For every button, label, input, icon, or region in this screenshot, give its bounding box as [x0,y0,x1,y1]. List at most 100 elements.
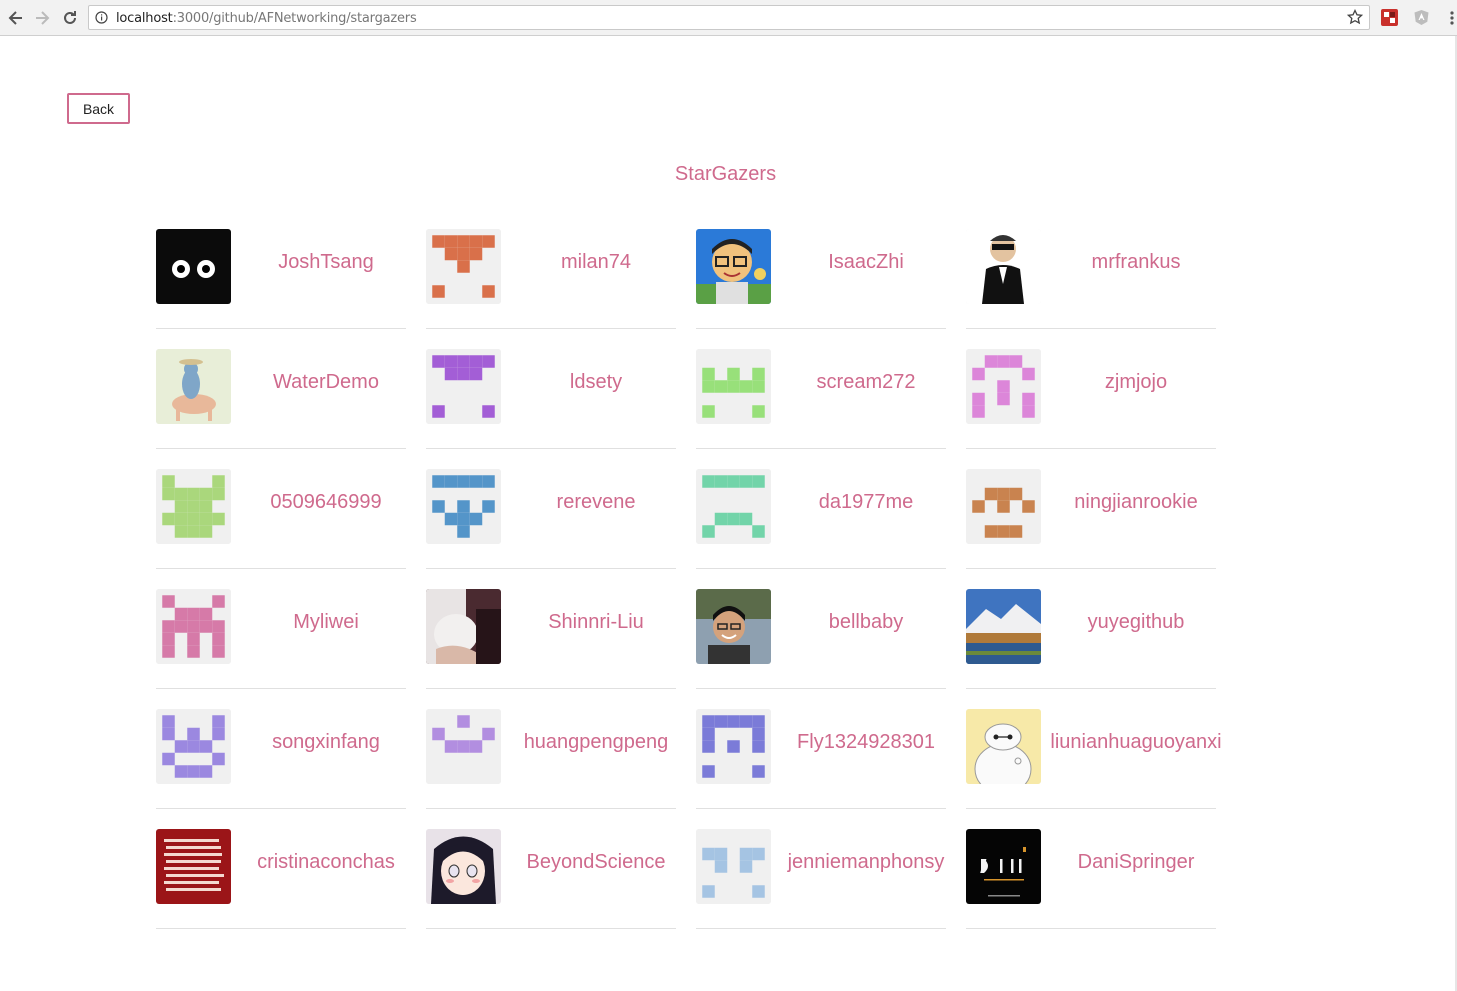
username-link[interactable]: IsaacZhi [776,251,956,274]
avatar[interactable] [696,589,771,664]
stargazer-card[interactable]: 0509646999 [156,469,406,589]
reload-icon[interactable] [60,8,80,28]
username-link[interactable]: liunianhuaguoyanxi [1046,731,1226,754]
username-link[interactable]: zjmjojo [1046,371,1226,394]
username-link[interactable]: ldsety [506,371,686,394]
avatar[interactable] [966,829,1041,904]
username-link[interactable]: JoshTsang [236,251,416,274]
username-link[interactable]: huangpengpeng [506,731,686,754]
username-link[interactable]: mrfrankus [1046,251,1226,274]
divider [966,448,1216,449]
divider [426,928,676,929]
stargazer-card[interactable]: ldsety [426,349,676,469]
avatar[interactable] [156,229,231,304]
divider [696,928,946,929]
avatar[interactable] [156,829,231,904]
username-link[interactable]: scream272 [776,371,956,394]
divider [696,568,946,569]
username-link[interactable]: cristinaconchas [236,851,416,874]
avatar[interactable] [696,229,771,304]
username-link[interactable]: songxinfang [236,731,416,754]
bookmark-star-icon[interactable] [1346,8,1364,25]
page-title: StarGazers [674,163,777,185]
chrome-menu-icon[interactable] [1449,10,1455,26]
username-link[interactable]: ningjianrookie [1046,491,1226,514]
avatar[interactable] [966,229,1041,304]
avatar[interactable] [156,589,231,664]
stargazer-card[interactable]: huangpengpeng [426,709,676,829]
stargazer-card[interactable]: songxinfang [156,709,406,829]
divider [426,808,676,809]
avatar[interactable] [966,469,1041,544]
avatar[interactable] [156,469,231,544]
stargazer-card[interactable]: DaniSpringer [966,829,1216,949]
stargazer-card[interactable]: BeyondScience [426,829,676,949]
username-link[interactable]: bellbaby [776,611,956,634]
avatar[interactable] [156,709,231,784]
avatar[interactable] [696,709,771,784]
avatar[interactable] [426,229,501,304]
avatar[interactable] [696,349,771,424]
divider [696,448,946,449]
avatar[interactable] [696,469,771,544]
back-arrow-icon[interactable] [6,8,26,28]
back-button[interactable]: Back [67,93,130,124]
username-link[interactable]: Fly1324928301 [776,731,956,754]
avatar[interactable] [426,829,501,904]
username-link[interactable]: Shinnri-Liu [506,611,686,634]
divider [426,328,676,329]
divider [156,328,406,329]
forward-arrow-icon[interactable] [32,8,52,28]
divider [156,568,406,569]
stargazer-card[interactable]: JoshTsang [156,229,406,349]
stargazer-card[interactable]: Myliwei [156,589,406,709]
stargazer-card[interactable]: IsaacZhi [696,229,946,349]
stargazer-card[interactable]: Fly1324928301 [696,709,946,829]
divider [156,688,406,689]
browser-toolbar: localhost:3000/github/AFNetworking/starg… [0,0,1457,36]
username-link[interactable]: jenniemanphonsy [776,851,956,874]
stargazer-card[interactable]: WaterDemo [156,349,406,469]
avatar[interactable] [966,589,1041,664]
divider [426,568,676,569]
avatar[interactable] [426,709,501,784]
stargazer-card[interactable]: milan74 [426,229,676,349]
username-link[interactable]: BeyondScience [506,851,686,874]
divider [966,568,1216,569]
avatar[interactable] [966,349,1041,424]
extension-red-icon[interactable] [1381,9,1398,26]
address-bar[interactable]: localhost:3000/github/AFNetworking/starg… [88,5,1370,30]
stargazer-card[interactable]: cristinaconchas [156,829,406,949]
stargazer-card[interactable]: liunianhuaguoyanxi [966,709,1222,829]
avatar[interactable] [156,349,231,424]
stargazer-card[interactable]: Shinnri-Liu [426,589,676,709]
avatar[interactable] [966,709,1041,784]
divider [156,928,406,929]
avatar[interactable] [426,589,501,664]
username-link[interactable]: DaniSpringer [1046,851,1226,874]
stargazer-card[interactable]: jenniemanphonsy [696,829,946,949]
divider [426,688,676,689]
username-link[interactable]: milan74 [506,251,686,274]
stargazer-card[interactable]: scream272 [696,349,946,469]
username-link[interactable]: WaterDemo [236,371,416,394]
avatar[interactable] [426,349,501,424]
stargazer-card[interactable]: mrfrankus [966,229,1216,349]
stargazer-card[interactable]: rerevene [426,469,676,589]
avatar[interactable] [426,469,501,544]
stargazer-card[interactable]: ningjianrookie [966,469,1216,589]
stargazer-card[interactable]: da1977me [696,469,946,589]
username-link[interactable]: da1977me [776,491,956,514]
info-icon[interactable] [95,11,108,24]
divider [156,808,406,809]
username-link[interactable]: Myliwei [236,611,416,634]
stargazer-card[interactable]: yuyegithub [966,589,1216,709]
stargazer-card[interactable]: zjmjojo [966,349,1216,469]
username-link[interactable]: 0509646999 [236,491,416,514]
url-text: localhost:3000/github/AFNetworking/starg… [116,11,417,26]
username-link[interactable]: yuyegithub [1046,611,1226,634]
username-link[interactable]: rerevene [506,491,686,514]
stargazer-card[interactable]: bellbaby [696,589,946,709]
angular-extension-icon[interactable] [1413,9,1430,26]
avatar[interactable] [696,829,771,904]
